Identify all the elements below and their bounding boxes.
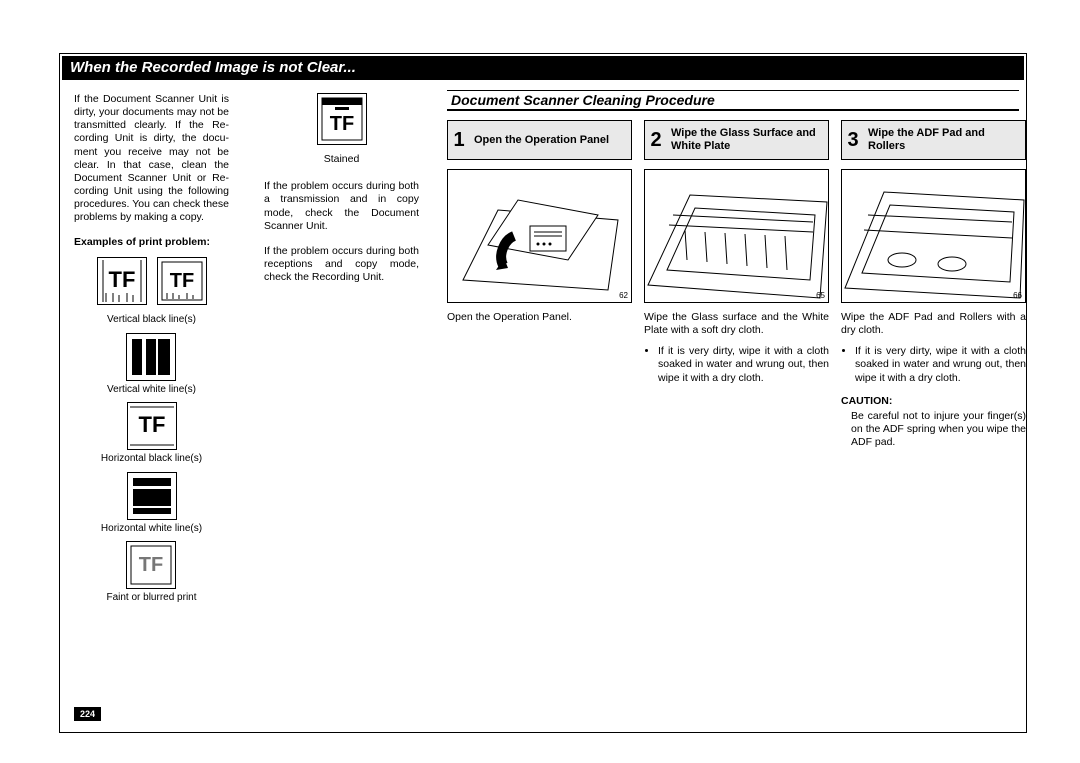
- step-3-bullet1: If it is very dirty, wipe it with a clot…: [855, 345, 1026, 384]
- vwl-label: Vertical white line(s): [107, 384, 196, 397]
- step-3: 3 Wipe the ADF Pad and Rollers 66 Wipe t…: [841, 120, 1026, 449]
- example-vertical-white-line: Vertical white line(s): [107, 333, 196, 397]
- examples-header: Examples of print problem:: [74, 236, 229, 249]
- svg-text:TF: TF: [108, 267, 135, 292]
- vbl-icon: TF: [97, 257, 147, 305]
- faint-label: Faint or blurred print: [106, 592, 196, 605]
- page-number: 224: [74, 707, 101, 721]
- col2-p1: If the problem occurs during both a tran…: [264, 180, 419, 233]
- examples-grid: TF TF: [74, 257, 229, 605]
- section-header: Document Scanner Cleaning Procedure: [447, 90, 1019, 111]
- vwl-icon: [126, 333, 176, 381]
- svg-text:TF: TF: [329, 113, 353, 135]
- step-1-body: Open the Operation Panel.: [447, 311, 632, 324]
- col2: TF Stained If the problem occurs during …: [264, 93, 419, 284]
- stained-icon: TF: [317, 93, 367, 145]
- step-3-figure: 66: [841, 169, 1026, 303]
- example-faint: TF Faint or blurred print: [106, 541, 196, 605]
- step-1-title: Open the Operation Panel: [470, 121, 631, 159]
- step-2-fignum: 65: [816, 291, 825, 300]
- step-3-fignum: 66: [1013, 291, 1022, 300]
- vbl-icon-2: TF: [157, 257, 207, 305]
- intro-text: If the Document Scanner Unit is dirty, y…: [74, 93, 229, 224]
- hwl-icon: [127, 472, 177, 520]
- col2-p2: If the problem occurs during both recept…: [264, 245, 419, 284]
- step-3-body: Wipe the ADF Pad and Rollers with a dry …: [841, 311, 1026, 337]
- page-title: When the Recorded Image is not Clear...: [62, 56, 1024, 80]
- example-vertical-black-line: TF: [97, 257, 147, 305]
- vbl-label: Vertical black line(s): [107, 314, 196, 327]
- step-3-caution-body: Be careful not to injure your finger(s) …: [841, 410, 1026, 449]
- hwl-label: Horizontal white line(s): [101, 523, 202, 536]
- svg-text:TF: TF: [169, 270, 193, 292]
- step-3-illustration: [842, 170, 1026, 303]
- step-1-illustration: [448, 170, 632, 303]
- hbl-icon: TF: [127, 402, 177, 450]
- step-3-num: 3: [842, 121, 864, 159]
- faint-icon: TF: [126, 541, 176, 589]
- example-vertical-black-line-2: TF: [157, 257, 207, 305]
- svg-text:TF: TF: [139, 554, 163, 576]
- step-2-figure: 65: [644, 169, 829, 303]
- step-2-title: Wipe the Glass Surface and White Plate: [667, 121, 828, 159]
- stained-label: Stained: [264, 153, 419, 166]
- hbl-label: Horizontal black line(s): [101, 453, 202, 466]
- intro-column: If the Document Scanner Unit is dirty, y…: [74, 93, 229, 605]
- step-1-figure: 62: [447, 169, 632, 303]
- svg-text:TF: TF: [138, 412, 165, 437]
- step-2-body: Wipe the Glass surface and the White Pla…: [644, 311, 829, 337]
- step-1-fignum: 62: [619, 291, 628, 300]
- step-2-bullet1: If it is very dirty, wipe it with a clot…: [658, 345, 829, 384]
- example-horizontal-white-line: Horizontal white line(s): [101, 472, 202, 536]
- step-2-num: 2: [645, 121, 667, 159]
- step-2: 2 Wipe the Glass Surface and White Plate…: [644, 120, 829, 449]
- step-2-illustration: [645, 170, 829, 303]
- example-horizontal-black-line: TF Horizontal black line(s): [101, 402, 202, 466]
- steps-row: 1 Open the Operation Panel 62 Open the O…: [447, 120, 1026, 449]
- step-3-caution-head: CAUTION:: [841, 395, 1026, 408]
- step-1: 1 Open the Operation Panel 62 Open the O…: [447, 120, 632, 449]
- step-1-num: 1: [448, 121, 470, 159]
- step-3-title: Wipe the ADF Pad and Rollers: [864, 121, 1025, 159]
- section-header-text: Document Scanner Cleaning Procedure: [447, 91, 1019, 109]
